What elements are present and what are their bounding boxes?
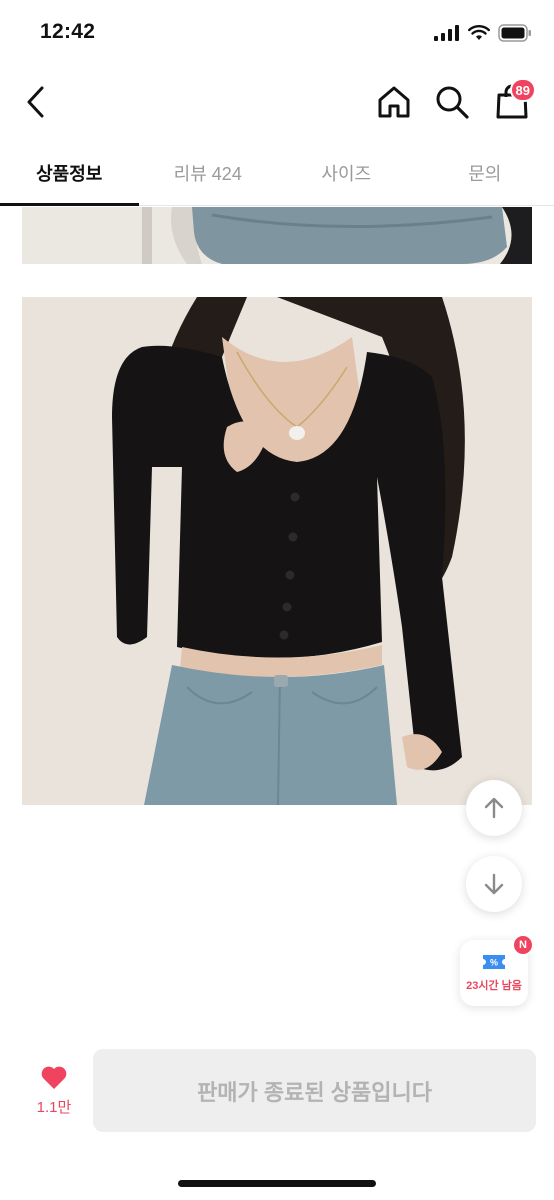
tab-size[interactable]: 사이즈 xyxy=(277,140,416,205)
scroll-up-button[interactable] xyxy=(466,780,522,836)
tab-inquiry[interactable]: 문의 xyxy=(416,140,554,205)
status-time: 12:42 xyxy=(40,20,96,43)
like-count: 1.1만 xyxy=(36,1099,72,1116)
home-icon xyxy=(378,86,410,118)
product-tabs: 상품정보 리뷰 424 사이즈 문의 xyxy=(0,140,554,206)
home-indicator xyxy=(178,1180,376,1187)
search-button[interactable] xyxy=(430,80,474,124)
like-button[interactable]: 1.1만 xyxy=(28,1064,80,1124)
arrow-down-icon xyxy=(484,873,504,895)
chevron-left-icon xyxy=(27,86,44,118)
arrow-up-icon xyxy=(484,797,504,819)
top-nav-bar: 89 xyxy=(0,66,554,140)
wifi-icon xyxy=(468,25,490,40)
product-detail-page: 12:42 89 상품정보 리뷰 424 사이즈 문의 % 23시간 남음 N … xyxy=(0,0,554,1200)
coupon-remaining-time: 23시간 남음 xyxy=(466,980,522,992)
cart-button[interactable]: 89 xyxy=(490,78,536,124)
coupon-timer-button[interactable]: % 23시간 남음 N xyxy=(460,934,534,1006)
new-badge: N xyxy=(512,934,534,956)
tab-reviews[interactable]: 리뷰 424 xyxy=(139,140,278,205)
heart-icon xyxy=(41,1066,67,1089)
cart-count-badge: 89 xyxy=(509,78,536,102)
back-button[interactable] xyxy=(16,80,56,124)
svg-text:%: % xyxy=(490,958,498,968)
status-icons xyxy=(434,24,532,42)
signal-icon xyxy=(434,25,459,41)
status-bar: 12:42 xyxy=(0,0,554,66)
battery-icon xyxy=(498,24,531,42)
sold-out-button[interactable]: 판매가 종료된 상품입니다 xyxy=(93,1049,536,1132)
product-image-partial xyxy=(22,207,532,264)
product-image-main xyxy=(22,297,532,805)
tab-product-info[interactable]: 상품정보 xyxy=(0,140,139,206)
scroll-down-button[interactable] xyxy=(466,856,522,912)
search-icon xyxy=(436,86,469,119)
home-button[interactable] xyxy=(372,80,416,124)
coupon-icon: % xyxy=(483,955,505,969)
